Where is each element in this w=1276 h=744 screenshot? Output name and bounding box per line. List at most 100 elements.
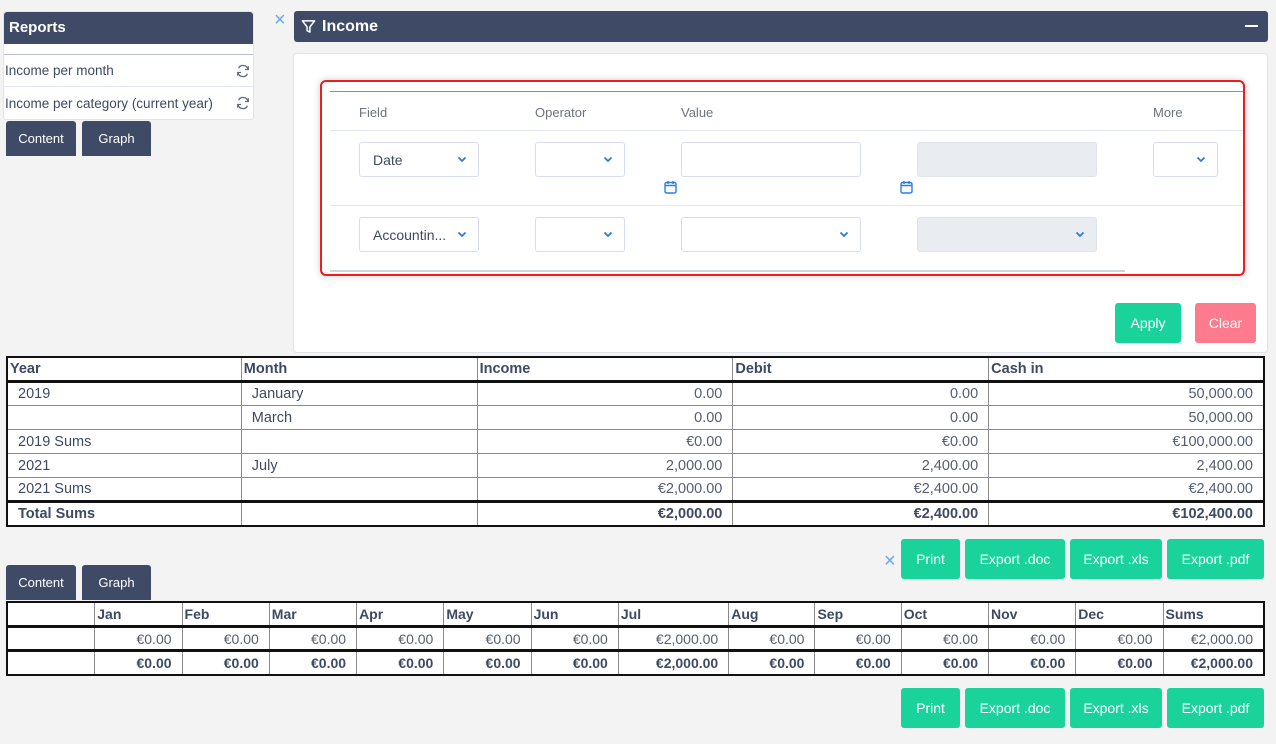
calendar-icon[interactable]: [900, 180, 913, 194]
cell-value: €0.00: [814, 626, 902, 651]
field-select-value: Date: [373, 151, 403, 168]
calendar-icon[interactable]: [664, 180, 677, 194]
chevron-down-icon: [603, 156, 613, 163]
column-header[interactable]: Mar: [268, 602, 358, 628]
export-doc-button[interactable]: Export .doc: [965, 539, 1065, 579]
column-header[interactable]: Sep: [814, 602, 902, 628]
column-label-value: Value: [681, 105, 714, 120]
reports-title: Reports: [4, 12, 253, 44]
table-header-row: Year Month Income Debit Cash in: [7, 357, 1264, 383]
cell-total: €0.00: [268, 649, 358, 675]
chevron-down-icon: [457, 156, 467, 163]
print-button[interactable]: Print: [901, 688, 960, 728]
chevron-down-icon: [457, 231, 467, 238]
column-header[interactable]: Cash in: [988, 357, 1264, 383]
minimize-icon[interactable]: [1245, 25, 1258, 27]
operator-select[interactable]: [535, 217, 625, 252]
divider: [4, 44, 253, 55]
table-row: 2021 July 2,000.00 2,400.00 2,400.00: [7, 453, 1264, 478]
export-pdf-button[interactable]: Export .pdf: [1167, 539, 1264, 579]
subtotal-row: 2019 Sums €0.00 €0.00 €100,000.00: [7, 429, 1264, 454]
table-row: March 0.00 0.00 50,000.00: [7, 405, 1264, 430]
cell-value: €0.00: [728, 626, 816, 651]
close-panel-icon[interactable]: ×: [274, 10, 286, 30]
cell-value: €2,000.00: [617, 626, 730, 651]
cell-debit: €0.00: [732, 429, 990, 454]
column-label-operator: Operator: [535, 105, 587, 120]
value-select[interactable]: [681, 217, 861, 252]
value-input[interactable]: [681, 142, 861, 177]
horizontal-scrollbar[interactable]: [330, 270, 1125, 272]
apply-button[interactable]: Apply: [1115, 303, 1181, 343]
filter-icon: [301, 20, 316, 33]
cell-cash-in: €102,400.00: [988, 500, 1264, 526]
cell-year: [7, 405, 242, 430]
column-header[interactable]: Oct: [900, 602, 990, 628]
cell-value: €0.00: [1075, 626, 1164, 651]
field-select[interactable]: Date: [359, 142, 479, 177]
tab-content[interactable]: Content: [6, 121, 76, 156]
print-button[interactable]: Print: [901, 539, 960, 579]
field-select[interactable]: Accountin...: [359, 217, 479, 252]
cell-debit: 0.00: [732, 381, 990, 406]
report-label: Income per month: [5, 63, 114, 78]
field-select-value: Accountin...: [373, 226, 447, 243]
cell-value: €0.00: [356, 626, 445, 651]
refresh-icon[interactable]: [235, 95, 251, 111]
cell-value: €0.00: [181, 626, 270, 651]
reports-panel: Reports Income per month Income per cate…: [3, 11, 254, 120]
panel-title: Income: [322, 17, 379, 35]
cell-month: [240, 429, 478, 454]
column-header[interactable]: May: [443, 602, 532, 628]
column-header[interactable]: Nov: [987, 602, 1077, 628]
value2-select[interactable]: [917, 217, 1097, 252]
tab-graph[interactable]: Graph: [82, 121, 151, 156]
column-header[interactable]: Jul: [617, 602, 730, 628]
more-select[interactable]: [1153, 142, 1218, 177]
column-header[interactable]: Month: [240, 357, 478, 383]
export-xls-button[interactable]: Export .xls: [1070, 688, 1162, 728]
tab-graph[interactable]: Graph: [82, 565, 151, 600]
column-header[interactable]: Year: [7, 357, 242, 383]
value2-input[interactable]: [917, 142, 1097, 177]
table-row: €0.00 €0.00 €0.00 €0.00 €0.00 €0.00 €2,000.00 €…: [6, 626, 1265, 651]
column-header[interactable]: Sums: [1162, 602, 1265, 628]
refresh-icon[interactable]: [235, 63, 251, 79]
export-xls-button[interactable]: Export .xls: [1070, 539, 1162, 579]
cell-cash-in: 50,000.00: [988, 381, 1264, 406]
cell-value: €0.00: [530, 626, 619, 651]
column-label-more: More: [1153, 105, 1183, 120]
column-header[interactable]: Jan: [94, 602, 183, 628]
column-header[interactable]: Aug: [728, 602, 816, 628]
cell-total: €2,000.00: [617, 649, 730, 675]
cell-total: €0.00: [728, 649, 816, 675]
cell-debit: 2,400.00: [732, 453, 990, 478]
report-income-per-month[interactable]: Income per month: [4, 55, 253, 87]
divider: [330, 205, 1243, 206]
chevron-down-icon: [1075, 231, 1085, 238]
column-header[interactable]: Feb: [181, 602, 270, 628]
report-income-per-category[interactable]: Income per category (current year): [4, 87, 253, 119]
column-header[interactable]: Debit: [732, 357, 990, 383]
cell-total: €0.00: [94, 649, 183, 675]
close-icon[interactable]: ×: [884, 551, 896, 571]
column-header[interactable]: [6, 602, 96, 628]
cell-month: July: [240, 453, 478, 478]
column-header[interactable]: Income: [476, 357, 734, 383]
cell-value: €0.00: [987, 626, 1077, 651]
column-header[interactable]: Apr: [356, 602, 445, 628]
column-header[interactable]: Jun: [530, 602, 619, 628]
subtotal-row: 2021 Sums €2,000.00 €2,400.00 €2,400.00: [7, 477, 1264, 502]
cell-total: €0.00: [900, 649, 990, 675]
cell-income: €2,000.00: [476, 477, 734, 502]
cell-total: €2,000.00: [1162, 649, 1265, 675]
tab-content[interactable]: Content: [6, 565, 76, 600]
cell-income: €2,000.00: [476, 500, 734, 526]
export-pdf-button[interactable]: Export .pdf: [1167, 688, 1264, 728]
column-header[interactable]: Dec: [1075, 602, 1164, 628]
cell-total: €0.00: [1075, 649, 1164, 675]
operator-select[interactable]: [535, 142, 625, 177]
export-doc-button[interactable]: Export .doc: [965, 688, 1065, 728]
clear-button[interactable]: Clear: [1195, 303, 1256, 343]
cell-value: €0.00: [900, 626, 990, 651]
